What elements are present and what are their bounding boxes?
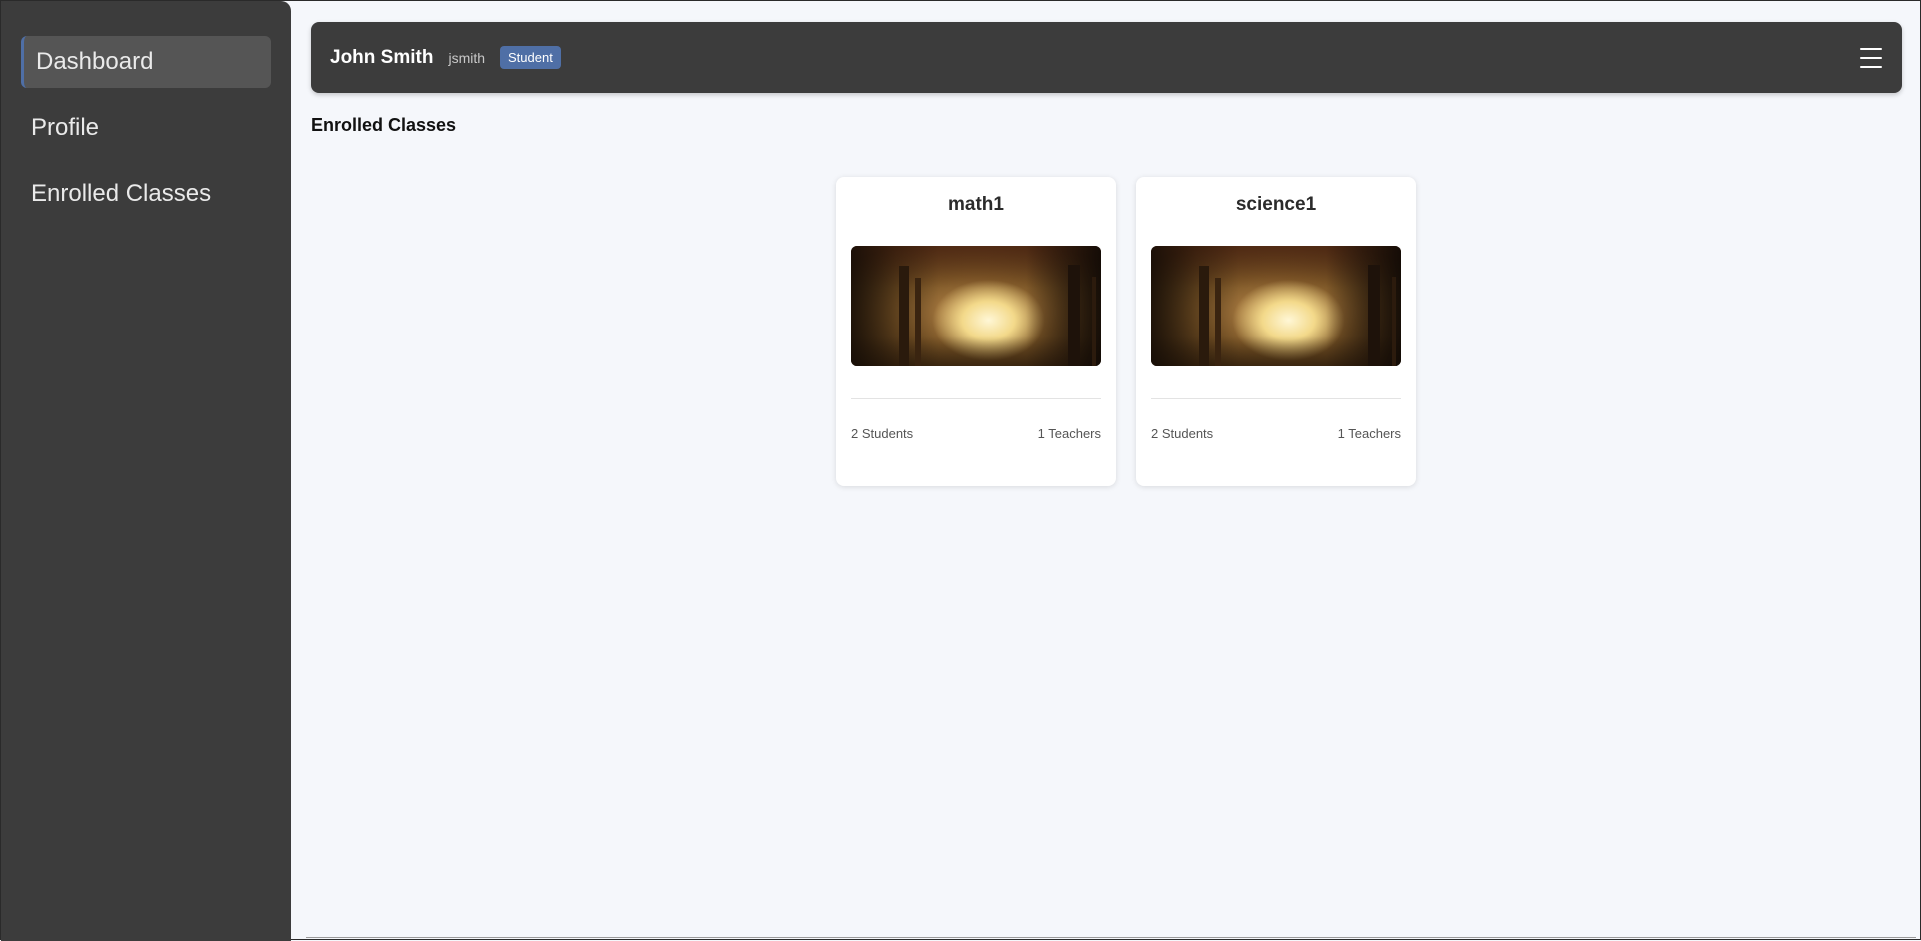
app-window: Dashboard Profile Enrolled Classes John … — [0, 0, 1921, 941]
hamburger-menu-icon[interactable] — [1860, 47, 1882, 68]
divider — [1151, 398, 1401, 399]
sidebar: Dashboard Profile Enrolled Classes — [1, 1, 291, 941]
class-card-science1[interactable]: science1 2 Students 1 Teachers — [1136, 177, 1416, 486]
bottom-border — [306, 937, 1916, 938]
menu-bar-line — [1860, 65, 1882, 68]
sidebar-item-dashboard[interactable]: Dashboard — [21, 36, 271, 88]
student-count: 2 Students — [1151, 426, 1214, 441]
class-card-image — [851, 246, 1101, 366]
menu-bar-line — [1860, 47, 1882, 50]
class-card-stats: 2 Students 1 Teachers — [851, 426, 1101, 441]
sidebar-item-profile[interactable]: Profile — [21, 102, 271, 154]
class-card-stats: 2 Students 1 Teachers — [1151, 426, 1401, 441]
class-card-math1[interactable]: math1 2 Students 1 Teachers — [836, 177, 1116, 486]
page-title: Enrolled Classes — [311, 115, 457, 135]
class-card-title: science1 — [1235, 194, 1317, 215]
class-card-list: math1 2 Students 1 Teachers science1 2 S… — [836, 177, 1416, 486]
user-display-name: John Smith — [330, 46, 434, 68]
top-header: John Smith jsmith Student — [311, 22, 1902, 93]
class-card-image — [1151, 246, 1401, 366]
student-count: 2 Students — [851, 426, 914, 441]
username-label: jsmith — [448, 49, 486, 66]
role-badge: Student — [500, 46, 561, 69]
class-card-title: math1 — [948, 194, 1004, 215]
teacher-count: 1 Teachers — [1037, 426, 1101, 441]
menu-bar-line — [1860, 56, 1882, 59]
sidebar-item-enrolled-classes[interactable]: Enrolled Classes — [21, 168, 271, 220]
divider — [851, 398, 1101, 399]
teacher-count: 1 Teachers — [1337, 426, 1401, 441]
